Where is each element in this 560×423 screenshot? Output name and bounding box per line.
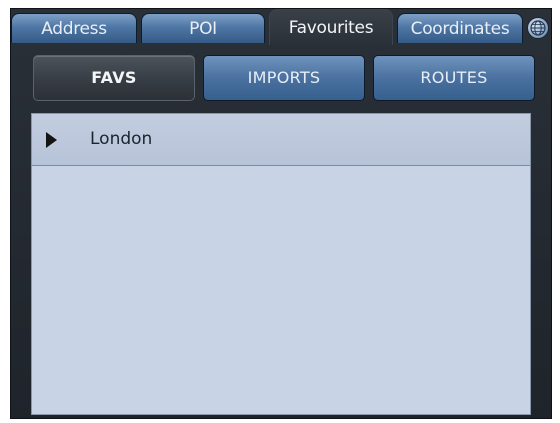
imports-button[interactable]: IMPORTS — [203, 55, 365, 101]
tab-coordinates[interactable]: Coordinates — [397, 13, 523, 43]
navigation-device-frame: Address POI Favourites Coordinates FAVS … — [10, 8, 552, 419]
favourites-list: London — [31, 113, 531, 415]
list-item[interactable]: London — [32, 114, 530, 166]
top-tab-bar: Address POI Favourites Coordinates — [11, 9, 551, 45]
tab-favourites[interactable]: Favourites — [269, 9, 393, 45]
tab-poi[interactable]: POI — [141, 13, 265, 43]
favs-button[interactable]: FAVS — [33, 55, 195, 101]
globe-icon[interactable] — [527, 17, 549, 39]
list-item-label: London — [90, 129, 153, 149]
routes-button[interactable]: ROUTES — [373, 55, 535, 101]
tab-address[interactable]: Address — [11, 13, 137, 43]
play-arrow-icon — [46, 132, 57, 148]
